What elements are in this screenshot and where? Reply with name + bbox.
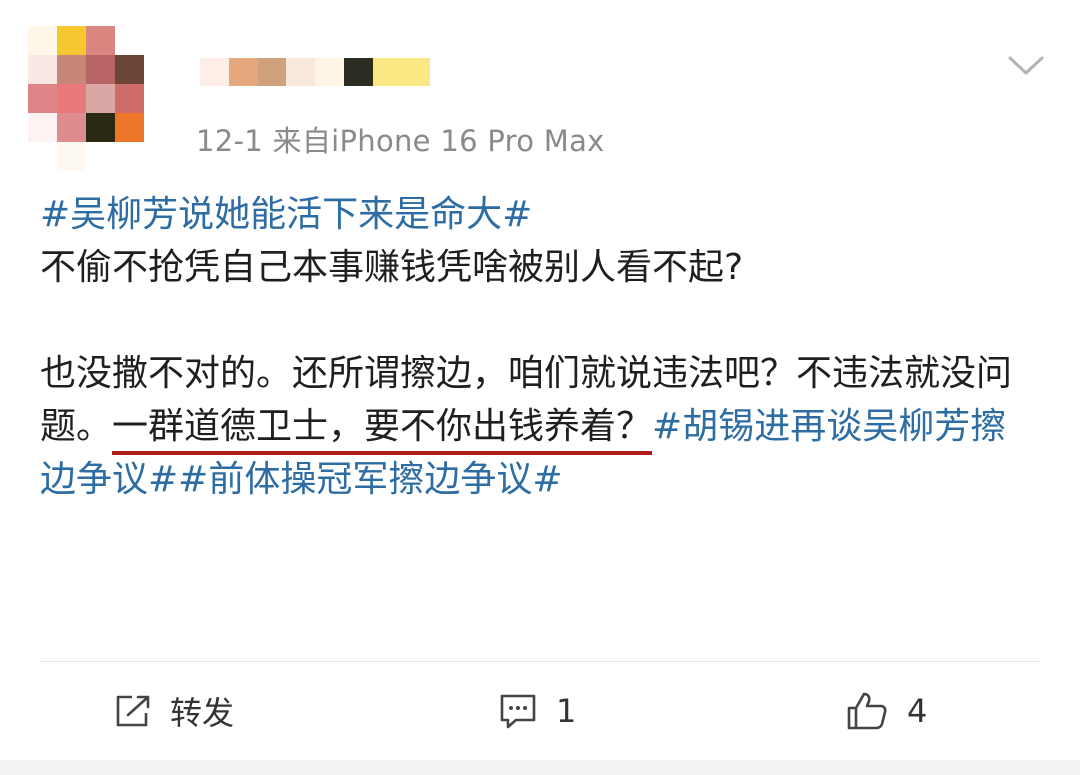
weibo-post: 12-1 来自iPhone 16 Pro Max #吴柳芳说她能活下来是命大# …: [0, 0, 1080, 760]
comment-icon: [500, 694, 536, 729]
like-button[interactable]: 4: [845, 686, 927, 736]
like-count: 4: [907, 692, 928, 730]
chevron-down-icon[interactable]: [1006, 52, 1046, 80]
like-icon: [847, 692, 887, 730]
comment-count: 1: [556, 692, 577, 730]
forward-label: 转发: [170, 694, 235, 732]
action-bar: 转发 1 4: [0, 662, 1080, 758]
bottom-separator: [0, 760, 1080, 775]
comment-button[interactable]: 1: [498, 686, 576, 736]
post-content: #吴柳芳说她能活下来是命大# 不偷不抢凭自己本事赚钱凭啥被别人看不起? 也没撒不…: [40, 188, 1040, 506]
content-paragraph: 也没撒不对的。还所谓擦边，咱们就说违法吧？不违法就没问题。一群道德卫士，要不你出…: [40, 347, 1040, 506]
post-meta: 12-1 来自iPhone 16 Pro Max: [196, 124, 605, 158]
forward-button[interactable]: 转发: [112, 686, 234, 736]
avatar[interactable]: [28, 26, 144, 171]
hashtag-link[interactable]: #吴柳芳说她能活下来是命大#: [40, 194, 532, 235]
content-line: 不偷不抢凭自己本事赚钱凭啥被别人看不起?: [40, 247, 744, 288]
username[interactable]: [200, 58, 430, 86]
forward-icon: [116, 695, 150, 727]
underlined-text: 一群道德卫士，要不你出钱养着？: [112, 406, 653, 455]
